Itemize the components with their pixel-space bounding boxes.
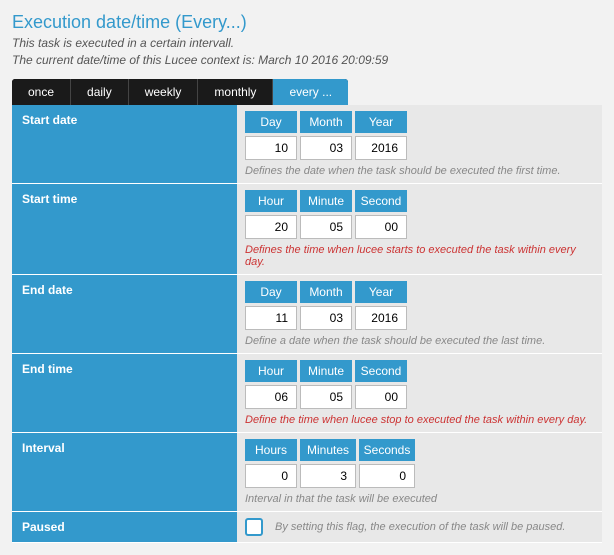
hdr-seconds: Seconds xyxy=(359,439,415,461)
hint-interval: Interval in that the task will be execut… xyxy=(245,493,594,505)
label-interval: Interval xyxy=(12,432,237,511)
hdr-minute: Minute xyxy=(300,360,352,382)
hdr-minutes: Minutes xyxy=(300,439,356,461)
start-time-second-input[interactable] xyxy=(355,215,407,239)
label-paused: Paused xyxy=(12,511,237,542)
hdr-day: Day xyxy=(245,281,297,303)
label-start-date: Start date xyxy=(12,105,237,184)
row-end-time: End time Hour Minute Second Define the t… xyxy=(12,353,602,432)
hint-end-date: Define a date when the task should be ex… xyxy=(245,335,594,347)
hdr-second: Second xyxy=(355,190,407,212)
panel-title: Execution date/time (Every...) xyxy=(12,12,602,33)
label-start-time: Start time xyxy=(12,183,237,274)
config-panel: Execution date/time (Every...) This task… xyxy=(0,0,614,555)
hdr-second: Second xyxy=(355,360,407,382)
form-table: Start date Day Month Year Defines the da… xyxy=(12,105,602,543)
start-time-hour-input[interactable] xyxy=(245,215,297,239)
label-end-date: End date xyxy=(12,274,237,353)
end-time-minute-input[interactable] xyxy=(300,385,352,409)
label-end-time: End time xyxy=(12,353,237,432)
tab-once[interactable]: once xyxy=(12,79,71,105)
end-date-month-input[interactable] xyxy=(300,306,352,330)
tab-weekly[interactable]: weekly xyxy=(129,79,199,105)
start-date-year-input[interactable] xyxy=(355,136,407,160)
hdr-month: Month xyxy=(300,281,352,303)
hdr-hours: Hours xyxy=(245,439,297,461)
start-time-minute-input[interactable] xyxy=(300,215,352,239)
hdr-day: Day xyxy=(245,111,297,133)
hint-start-date: Defines the date when the task should be… xyxy=(245,165,594,177)
interval-minutes-input[interactable] xyxy=(300,464,356,488)
hint-end-time: Define the time when lucee stop to execu… xyxy=(245,414,594,426)
panel-subtitle-2: The current date/time of this Lucee cont… xyxy=(12,52,602,69)
start-date-day-input[interactable] xyxy=(245,136,297,160)
hdr-hour: Hour xyxy=(245,190,297,212)
hdr-hour: Hour xyxy=(245,360,297,382)
hdr-month: Month xyxy=(300,111,352,133)
hint-start-time: Defines the time when lucee starts to ex… xyxy=(245,244,594,268)
schedule-tabs: once daily weekly monthly every ... xyxy=(12,79,348,105)
row-interval: Interval Hours Minutes Seconds Interval … xyxy=(12,432,602,511)
interval-seconds-input[interactable] xyxy=(359,464,415,488)
tab-every[interactable]: every ... xyxy=(273,79,348,105)
row-end-date: End date Day Month Year Define a date wh… xyxy=(12,274,602,353)
hdr-year: Year xyxy=(355,111,407,133)
end-date-day-input[interactable] xyxy=(245,306,297,330)
hint-paused: By setting this flag, the execution of t… xyxy=(275,521,565,533)
row-start-date: Start date Day Month Year Defines the da… xyxy=(12,105,602,184)
end-time-second-input[interactable] xyxy=(355,385,407,409)
tab-monthly[interactable]: monthly xyxy=(198,79,273,105)
panel-subtitle-1: This task is executed in a certain inter… xyxy=(12,35,602,52)
end-date-year-input[interactable] xyxy=(355,306,407,330)
hdr-year: Year xyxy=(355,281,407,303)
start-date-month-input[interactable] xyxy=(300,136,352,160)
hdr-minute: Minute xyxy=(300,190,352,212)
end-time-hour-input[interactable] xyxy=(245,385,297,409)
row-start-time: Start time Hour Minute Second Defines th… xyxy=(12,183,602,274)
row-paused: Paused By setting this flag, the executi… xyxy=(12,511,602,542)
paused-checkbox[interactable] xyxy=(245,518,263,536)
interval-hours-input[interactable] xyxy=(245,464,297,488)
tab-daily[interactable]: daily xyxy=(71,79,129,105)
